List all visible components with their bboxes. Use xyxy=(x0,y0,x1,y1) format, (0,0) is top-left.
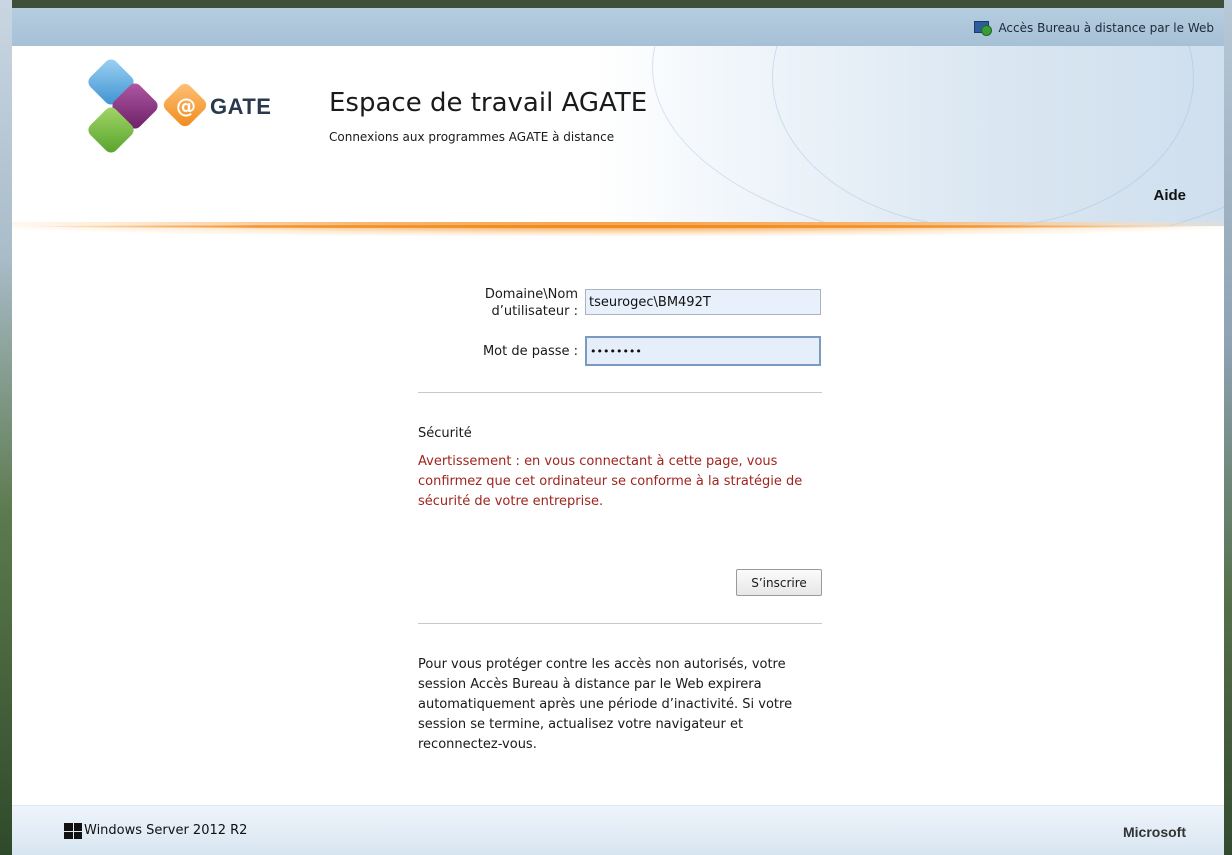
agate-logo: @ GATE xyxy=(74,54,304,164)
windows-logo-icon xyxy=(64,823,82,839)
page-footer: Windows Server 2012 R2 Microsoft xyxy=(12,805,1224,855)
desktop-background-left xyxy=(0,0,12,855)
logo-at-sign: @ xyxy=(176,94,196,118)
desktop-background-right xyxy=(1224,0,1232,855)
help-link[interactable]: Aide xyxy=(1153,187,1186,204)
username-label-line1: Domaine\Nom xyxy=(484,287,578,302)
password-label: Mot de passe : xyxy=(482,344,578,359)
remote-desktop-icon xyxy=(974,20,993,36)
browser-page: Accès Bureau à distance par le Web @ GAT… xyxy=(12,8,1224,855)
rd-web-access-label: Accès Bureau à distance par le Web xyxy=(998,21,1214,35)
footer-os-label: Windows Server 2012 R2 xyxy=(84,823,248,838)
form-divider xyxy=(418,392,822,393)
page-subtitle: Connexions aux programmes AGATE à distan… xyxy=(329,130,615,144)
rd-web-access-link[interactable]: Accès Bureau à distance par le Web xyxy=(974,19,1214,37)
username-label-line2: d’utilisateur : xyxy=(491,304,579,319)
microsoft-brand: Microsoft xyxy=(1123,824,1186,840)
username-label: Domaine\Nom d’utilisateur : xyxy=(442,286,578,320)
logo-text: GATE xyxy=(210,94,272,119)
signin-button[interactable]: S’inscrire xyxy=(736,569,822,596)
password-input[interactable] xyxy=(585,336,821,366)
page-title: Espace de travail AGATE xyxy=(329,88,648,118)
security-title: Sécurité xyxy=(418,426,472,441)
session-info-text: Pour vous protéger contre les accès non … xyxy=(418,657,793,752)
header-divider xyxy=(22,225,1214,228)
page-header: @ GATE Espace de travail AGATE Connexion… xyxy=(12,46,1224,226)
security-warning: Avertissement : en vous connectant à cet… xyxy=(418,454,803,509)
top-bar: Accès Bureau à distance par le Web xyxy=(12,8,1224,46)
info-divider xyxy=(418,623,822,624)
username-input[interactable] xyxy=(585,289,821,315)
